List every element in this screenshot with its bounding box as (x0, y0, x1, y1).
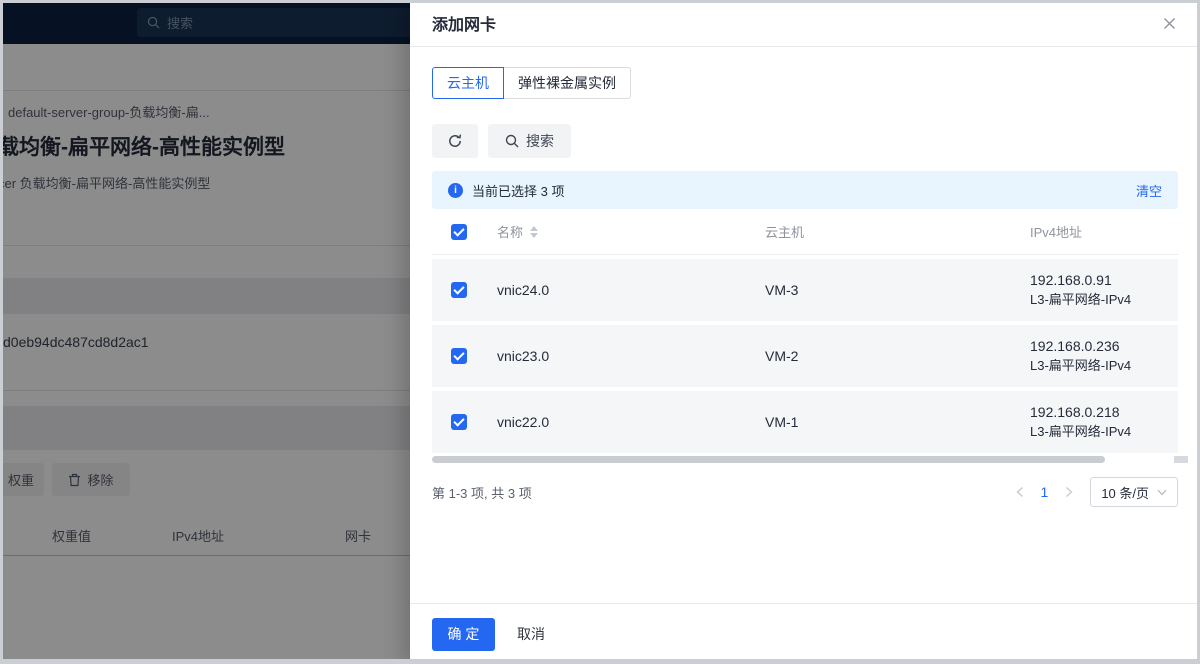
tab-baremetal[interactable]: 弹性裸金属实例 (503, 67, 631, 99)
info-icon (448, 183, 463, 198)
host-name: VM-3 (765, 282, 1030, 298)
prev-page-button[interactable] (1011, 482, 1029, 502)
sort-icon[interactable] (530, 226, 538, 238)
confirm-button[interactable]: 确 定 (432, 618, 495, 651)
table-row[interactable]: vnic23.0 VM-2 192.168.0.236 L3-扁平网络-IPv4 (432, 325, 1178, 387)
drawer-body: 云主机 弹性裸金属实例 搜索 当前已选择 3 项 清空 (410, 47, 1200, 507)
drawer-title: 添加网卡 (432, 11, 496, 35)
chevron-down-icon (1157, 489, 1167, 496)
scrollbar-corner (1174, 456, 1188, 463)
drawer-footer: 确 定 取消 (410, 603, 1200, 664)
chevron-left-icon (1015, 486, 1025, 498)
ipv4-address: 192.168.0.236 (1030, 336, 1178, 356)
horizontal-scrollbar (432, 456, 1178, 463)
pagination: 第 1-3 项, 共 3 项 1 10 条/页 (432, 477, 1178, 507)
table-row[interactable]: vnic22.0 VM-1 192.168.0.218 L3-扁平网络-IPv4 (432, 391, 1178, 453)
column-host-label: 云主机 (765, 222, 804, 241)
page-size-select[interactable]: 10 条/页 (1090, 477, 1178, 507)
next-page-button[interactable] (1060, 482, 1078, 502)
add-nic-drawer: 添加网卡 云主机 弹性裸金属实例 搜索 当前已选择 3 (410, 0, 1200, 664)
search-icon (505, 134, 519, 148)
row-checkbox[interactable] (451, 282, 467, 298)
pagination-summary: 第 1-3 项, 共 3 项 (432, 483, 532, 502)
network-name: L3-扁平网络-IPv4 (1030, 290, 1178, 310)
nic-name: vnic22.0 (497, 414, 765, 430)
column-name[interactable]: 名称 (497, 222, 765, 241)
ip-cell: 192.168.0.91 L3-扁平网络-IPv4 (1030, 270, 1178, 310)
close-icon (1163, 17, 1176, 30)
ip-cell: 192.168.0.218 L3-扁平网络-IPv4 (1030, 402, 1178, 442)
nic-name: vnic24.0 (497, 282, 765, 298)
selection-count-text: 当前已选择 3 项 (472, 181, 564, 200)
search-button-label: 搜索 (526, 131, 554, 151)
select-all-checkbox[interactable] (451, 224, 467, 240)
refresh-icon (447, 133, 463, 149)
refresh-button[interactable] (432, 124, 478, 158)
tab-cloud-host[interactable]: 云主机 (432, 67, 504, 99)
close-button[interactable] (1159, 13, 1180, 34)
cancel-button[interactable]: 取消 (517, 624, 545, 644)
search-button[interactable]: 搜索 (488, 124, 571, 158)
nic-table-header: 名称 云主机 IPv4地址 (432, 209, 1178, 255)
column-ipv4: IPv4地址 (1030, 222, 1178, 241)
table-toolbar: 搜索 (432, 124, 1178, 158)
screen: 搜索 default-server-group-负载均衡-扁... 载均衡-扁平… (0, 0, 1200, 664)
column-ipv4-label: IPv4地址 (1030, 222, 1082, 241)
chevron-right-icon (1064, 486, 1074, 498)
pager-controls: 1 10 条/页 (1011, 477, 1178, 507)
ip-cell: 192.168.0.236 L3-扁平网络-IPv4 (1030, 336, 1178, 376)
network-name: L3-扁平网络-IPv4 (1030, 356, 1178, 376)
clear-selection-link[interactable]: 清空 (1136, 181, 1162, 200)
selection-info-bar: 当前已选择 3 项 清空 (432, 171, 1178, 209)
host-name: VM-1 (765, 414, 1030, 430)
ipv4-address: 192.168.0.91 (1030, 270, 1178, 290)
page-number-1[interactable]: 1 (1035, 484, 1055, 500)
network-name: L3-扁平网络-IPv4 (1030, 422, 1178, 442)
page-size-value: 10 条/页 (1101, 483, 1149, 502)
scrollbar-thumb[interactable] (432, 456, 1105, 463)
table-row[interactable]: vnic24.0 VM-3 192.168.0.91 L3-扁平网络-IPv4 (432, 259, 1178, 321)
drawer-header: 添加网卡 (410, 0, 1200, 47)
column-host: 云主机 (765, 222, 1030, 241)
column-name-label: 名称 (497, 222, 523, 241)
instance-type-tabs: 云主机 弹性裸金属实例 (432, 67, 631, 99)
row-checkbox[interactable] (451, 348, 467, 364)
row-checkbox[interactable] (451, 414, 467, 430)
ipv4-address: 192.168.0.218 (1030, 402, 1178, 422)
nic-name: vnic23.0 (497, 348, 765, 364)
host-name: VM-2 (765, 348, 1030, 364)
